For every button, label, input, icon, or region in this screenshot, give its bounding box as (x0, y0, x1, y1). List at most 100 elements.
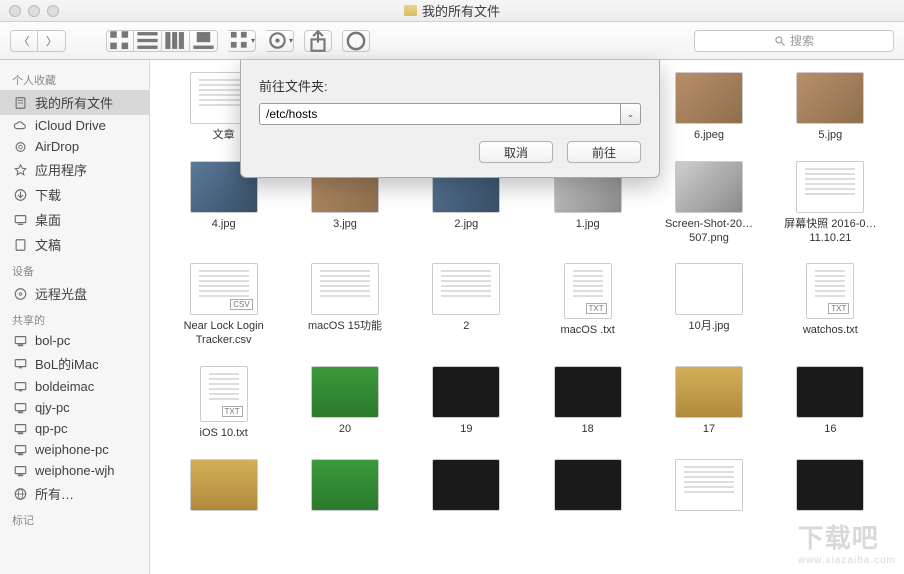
file-name: 5.jpg (818, 129, 842, 143)
column-view-button[interactable] (162, 30, 190, 52)
file-thumbnail (432, 366, 500, 418)
file-item[interactable] (409, 459, 524, 516)
sidebar-item[interactable]: boldeimac (0, 376, 149, 397)
sidebar-section-header: 设备 (0, 257, 149, 281)
sidebar-item[interactable]: bol-pc (0, 330, 149, 351)
file-name: 1.jpg (576, 218, 600, 232)
file-item[interactable]: 6.jpeg (651, 72, 766, 143)
sidebar-item[interactable]: AirDrop (0, 136, 149, 157)
file-item[interactable]: iOS 10.txt (166, 366, 281, 441)
arrange-button[interactable]: ▾ (228, 30, 256, 52)
sidebar-item[interactable]: 我的所有文件 (0, 90, 149, 115)
cancel-button[interactable]: 取消 (479, 141, 553, 163)
file-item[interactable]: Near Lock Login Tracker.csv (166, 263, 281, 348)
toolbar: 〈 〉 ▾ ▾ 搜索 (0, 22, 904, 60)
sidebar-item[interactable]: 下载 (0, 182, 149, 207)
file-item[interactable]: 屏幕快照 2016-0…11.10.21 (773, 161, 888, 246)
file-thumbnail (675, 366, 743, 418)
search-placeholder: 搜索 (790, 32, 814, 49)
sidebar-item[interactable]: BoL的iMac (0, 351, 149, 376)
file-thumbnail (311, 263, 379, 315)
file-item[interactable]: 19 (409, 366, 524, 441)
file-item[interactable] (166, 459, 281, 516)
window-title-text: 我的所有文件 (422, 1, 500, 20)
sidebar-item[interactable]: qp-pc (0, 418, 149, 439)
file-name: 19 (460, 423, 472, 437)
sidebar-item-label: weiphone-pc (35, 442, 109, 457)
file-item[interactable]: 5.jpg (773, 72, 888, 143)
maximize-icon[interactable] (47, 5, 59, 17)
file-name: 18 (582, 423, 594, 437)
search-input[interactable]: 搜索 (694, 30, 894, 52)
sidebar-item-label: 桌面 (35, 210, 61, 229)
sidebar-item[interactable]: 远程光盘 (0, 281, 149, 306)
share-button[interactable] (304, 30, 332, 52)
sidebar-item[interactable]: iCloud Drive (0, 115, 149, 136)
file-name: Screen-Shot-20…507.png (654, 218, 764, 246)
back-button[interactable]: 〈 (10, 30, 38, 52)
coverflow-view-button[interactable] (190, 30, 218, 52)
file-item[interactable] (530, 459, 645, 516)
file-item[interactable]: 20 (287, 366, 402, 441)
sidebar-section-header: 个人收藏 (0, 66, 149, 90)
file-name: 17 (703, 423, 715, 437)
tags-button[interactable] (342, 30, 370, 52)
sidebar-item-label: 文稿 (35, 235, 61, 254)
sidebar-item[interactable]: 文稿 (0, 232, 149, 257)
sidebar-item-label: 远程光盘 (35, 284, 87, 303)
file-item[interactable]: 10月.jpg (651, 263, 766, 348)
sidebar-item[interactable]: weiphone-pc (0, 439, 149, 460)
titlebar: 我的所有文件 (0, 0, 904, 22)
sidebar-item[interactable]: weiphone-wjh (0, 460, 149, 481)
sidebar-item-label: qjy-pc (35, 400, 70, 415)
file-item[interactable]: 2 (409, 263, 524, 348)
download-icon (12, 188, 28, 202)
sidebar-item-label: boldeimac (35, 379, 94, 394)
minimize-icon[interactable] (28, 5, 40, 17)
pc-icon (12, 401, 28, 415)
file-item[interactable]: macOS 15功能 (287, 263, 402, 348)
globe-icon (12, 487, 28, 501)
folder-icon (404, 5, 417, 16)
apps-icon (12, 163, 28, 177)
icon-view-button[interactable] (106, 30, 134, 52)
file-item[interactable]: Screen-Shot-20…507.png (651, 161, 766, 246)
list-view-button[interactable] (134, 30, 162, 52)
file-item[interactable]: 16 (773, 366, 888, 441)
file-item[interactable]: macOS .txt (530, 263, 645, 348)
forward-button[interactable]: 〉 (38, 30, 66, 52)
file-name: 3.jpg (333, 218, 357, 232)
file-thumbnail (554, 459, 622, 511)
file-item[interactable]: 17 (651, 366, 766, 441)
file-thumbnail (564, 263, 612, 319)
pc-icon (12, 443, 28, 457)
combo-dropdown-button[interactable]: ⌄ (621, 103, 641, 125)
file-thumbnail (675, 459, 743, 511)
file-thumbnail (432, 263, 500, 315)
close-icon[interactable] (9, 5, 21, 17)
sidebar-item-label: bol-pc (35, 333, 70, 348)
file-item[interactable] (287, 459, 402, 516)
goto-folder-dialog: 前往文件夹: ⌄ 取消 前往 (240, 60, 660, 178)
go-button[interactable]: 前往 (567, 141, 641, 163)
file-item[interactable] (651, 459, 766, 516)
nav-group: 〈 〉 (10, 30, 66, 52)
file-thumbnail (796, 366, 864, 418)
sidebar-section-header: 标记 (0, 506, 149, 530)
path-input[interactable] (259, 103, 621, 125)
file-name: 20 (339, 423, 351, 437)
sidebar-item[interactable]: qjy-pc (0, 397, 149, 418)
file-item[interactable]: 18 (530, 366, 645, 441)
sidebar: 个人收藏我的所有文件iCloud DriveAirDrop应用程序下载桌面文稿设… (0, 60, 150, 574)
sidebar-item[interactable]: 应用程序 (0, 157, 149, 182)
window-controls (9, 5, 59, 17)
action-button[interactable]: ▾ (266, 30, 294, 52)
cloud-icon (12, 119, 28, 133)
file-item[interactable] (773, 459, 888, 516)
sidebar-item[interactable]: 所有… (0, 481, 149, 506)
sidebar-item[interactable]: 桌面 (0, 207, 149, 232)
file-item[interactable]: watchos.txt (773, 263, 888, 348)
file-thumbnail (311, 366, 379, 418)
search-icon (774, 35, 786, 47)
pc-icon (12, 334, 28, 348)
